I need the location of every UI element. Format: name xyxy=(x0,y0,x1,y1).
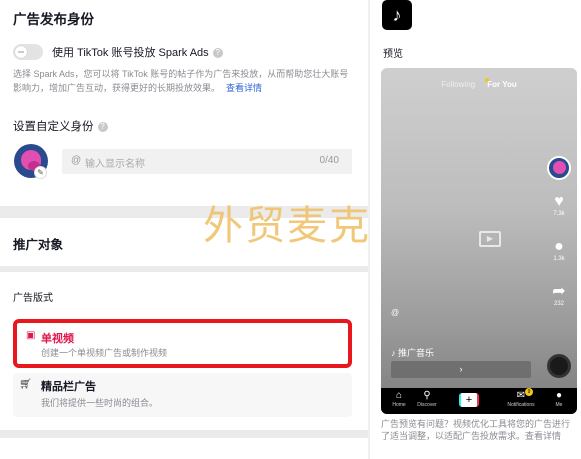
option-title: 单视频 xyxy=(41,333,74,345)
learn-more-link[interactable]: 查看详情 xyxy=(226,83,262,93)
help-icon[interactable]: ? xyxy=(97,121,108,132)
custom-identity-title: 设置自定义身份? xyxy=(13,118,108,134)
notification-badge: 9 xyxy=(525,388,533,396)
tab-for-you: For You xyxy=(487,80,517,89)
identity-section: 广告发布身份 使用 TikTok 账号投放 Spark Ads? 选择 Spar… xyxy=(0,0,368,206)
comment-button: ● 1.3k xyxy=(548,238,570,262)
next-section xyxy=(0,438,368,459)
preview-label: 预览 xyxy=(383,49,403,60)
video-icon: ▣ xyxy=(26,330,36,341)
heart-icon: ♥ xyxy=(554,193,564,210)
share-icon: ➦ xyxy=(552,283,566,300)
spark-ads-description: 选择 Spark Ads，您可以将 TikTok 账号的帖子作为广告来投放，从而… xyxy=(13,69,349,93)
live-dot xyxy=(485,78,489,82)
like-button: ♥ 7.3k xyxy=(548,193,570,217)
feed-tabs: Following For You xyxy=(381,80,577,89)
search-icon: ⚲ xyxy=(423,390,431,401)
option-subtitle: 我们将提供一些时尚的组合。 xyxy=(41,398,159,408)
creator-avatar xyxy=(547,156,571,180)
option-subtitle: 创建一个单视频广告或制作视频 xyxy=(41,348,168,358)
profile-icon: ● xyxy=(555,390,563,401)
format-option-single-video[interactable]: ▣ 单视频 创建一个单视频广告或制作视频 xyxy=(13,319,352,368)
bottom-nav: ⌂ Home ⚲ Discover + ✉ Notifications 9 ● Me xyxy=(381,388,577,414)
preview-panel: ♪ 预览 Following For You ▶ ♥ 7.3k ● 1.3k ➦ 23… xyxy=(370,0,581,459)
toggle-knob xyxy=(15,46,27,58)
at-icon: @ xyxy=(71,155,82,166)
video-placeholder-icon: ▶ xyxy=(479,231,501,247)
preview-feedback-text: 广告预览有问题？视频优化工具将您的广告进行了适当调整，以适配广告投放需求。查看详… xyxy=(381,419,571,441)
phone-preview: Following For You ▶ ♥ 7.3k ● 1.3k ➦ 232 @ ♪… xyxy=(381,68,577,414)
cta-bar: › xyxy=(391,361,531,378)
music-label: ♪ 推广音乐 xyxy=(391,348,435,358)
tiktok-logo-icon: ♪ xyxy=(382,0,412,30)
tab-following: Following xyxy=(441,80,476,89)
ad-format-label: 广告版式 xyxy=(13,293,53,304)
format-option-collection[interactable]: 🛒︎ 精品栏广告 我们将提供一些时尚的组合。 xyxy=(13,373,352,417)
spark-ads-toggle[interactable] xyxy=(13,44,43,60)
identity-title: 广告发布身份 xyxy=(13,12,94,27)
nav-notifications: ✉ Notifications 9 xyxy=(503,388,539,408)
music-disc-icon xyxy=(547,354,571,378)
share-button: ➦ 232 xyxy=(548,283,570,307)
help-icon[interactable]: ? xyxy=(212,48,223,59)
edit-icon[interactable]: ✎ xyxy=(34,166,47,179)
display-name-input[interactable]: @ 输入显示名称 0/40 xyxy=(62,149,352,174)
handle-text: @ xyxy=(391,308,400,317)
inbox-icon: ✉ xyxy=(516,390,526,401)
create-icon: + xyxy=(459,393,479,407)
promotion-title: 推广对象 xyxy=(13,238,64,252)
nav-me: ● Me xyxy=(541,390,577,408)
spark-ads-label: 使用 TikTok 账号投放 Spark Ads? xyxy=(52,44,223,60)
option-title: 精品栏广告 xyxy=(41,381,96,393)
comment-icon: ● xyxy=(554,238,564,255)
display-name-placeholder: 输入显示名称 xyxy=(85,159,145,170)
nav-discover: ⚲ Discover xyxy=(409,390,445,408)
char-count: 0/40 xyxy=(319,155,339,166)
watermark: 外贸麦克 xyxy=(203,203,371,249)
cart-icon: 🛒︎ xyxy=(19,379,32,390)
